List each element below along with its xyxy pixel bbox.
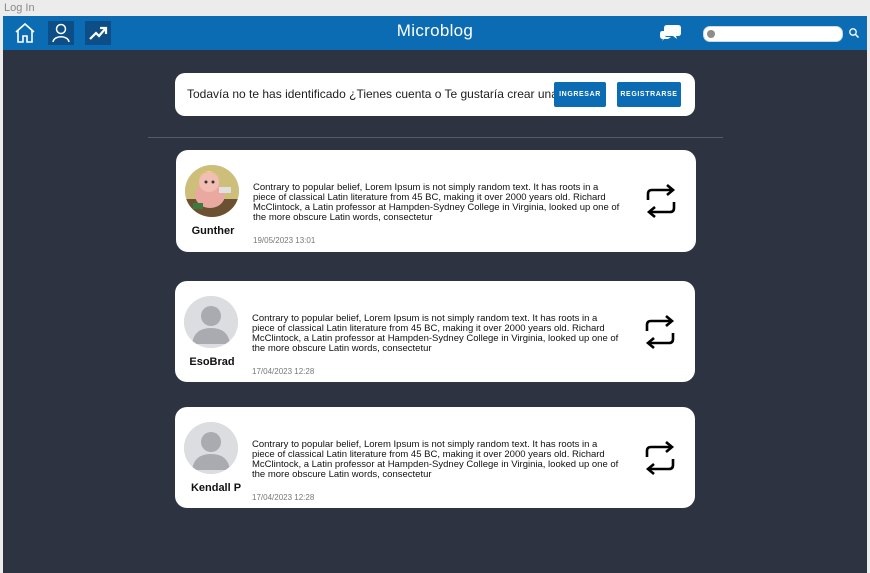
login-prompt-text: Todavía no te has identificado ¿Tienes c… — [187, 87, 565, 101]
post-date: 17/04/2023 12:28 — [252, 493, 315, 502]
post-date: 19/05/2023 13:01 — [253, 236, 316, 245]
post-author[interactable]: Kendall P — [179, 482, 253, 494]
search-input[interactable] — [718, 27, 836, 41]
register-button[interactable]: REGISTRARSE — [617, 82, 681, 107]
post-author[interactable]: EsoBrad — [175, 356, 249, 368]
post-card: Gunther Contrary to popular belief, Lore… — [176, 150, 696, 252]
default-avatar-icon — [184, 296, 238, 348]
repost-icon — [645, 441, 675, 475]
repost-icon — [646, 184, 676, 218]
repost-icon — [645, 315, 675, 349]
cartoon-character-avatar-icon — [185, 165, 239, 217]
app-container: Microblog Todavía no te has identificado… — [3, 16, 867, 573]
post-date: 17/04/2023 12:28 — [252, 367, 315, 376]
avatar[interactable] — [184, 422, 238, 474]
avatar[interactable] — [185, 165, 239, 217]
search-box — [703, 26, 843, 42]
post-card: EsoBrad Contrary to popular belief, Lore… — [175, 281, 695, 382]
divider — [148, 137, 723, 138]
repost-button[interactable] — [641, 184, 681, 220]
post-card: Kendall P Contrary to popular belief, Lo… — [175, 407, 695, 508]
chat-icon — [660, 25, 681, 41]
default-avatar-icon — [184, 422, 238, 474]
search-icon[interactable] — [848, 27, 860, 39]
avatar[interactable] — [184, 296, 238, 348]
messages-button[interactable] — [659, 23, 683, 43]
window-title: Log In — [4, 2, 35, 14]
login-button[interactable]: INGRESAR — [554, 82, 606, 107]
repost-button[interactable] — [640, 315, 680, 351]
login-prompt-card: Todavía no te has identificado ¿Tienes c… — [175, 73, 695, 116]
clear-icon[interactable] — [707, 30, 715, 38]
post-text: Contrary to popular belief, Lorem Ipsum … — [252, 313, 619, 354]
navbar: Microblog — [3, 16, 867, 50]
post-author[interactable]: Gunther — [176, 225, 250, 237]
post-text: Contrary to popular belief, Lorem Ipsum … — [252, 439, 619, 480]
post-text: Contrary to popular belief, Lorem Ipsum … — [253, 182, 620, 223]
repost-button[interactable] — [640, 441, 680, 477]
